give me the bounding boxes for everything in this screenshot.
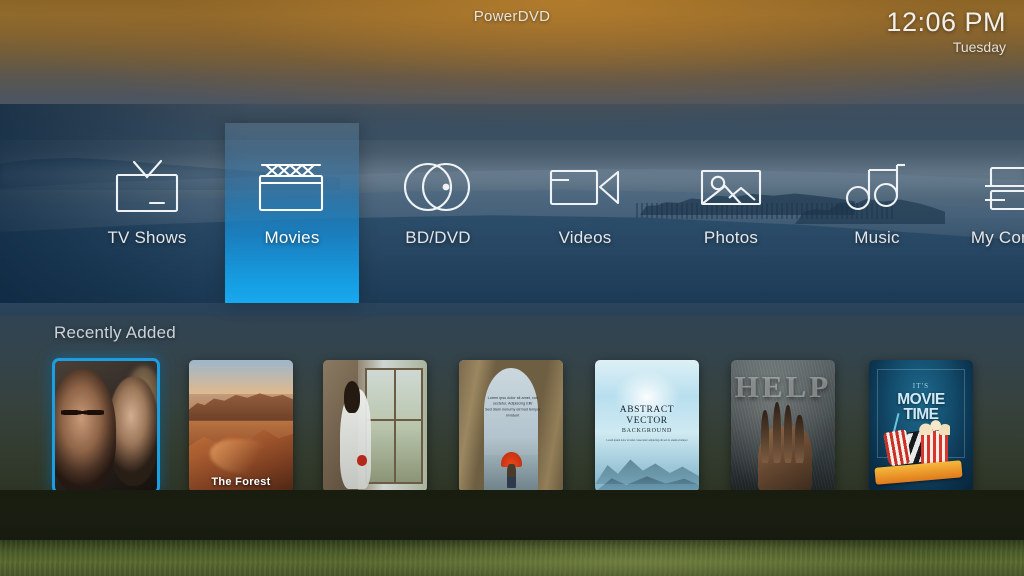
clock: 12:06 PM Tuesday: [886, 6, 1006, 56]
main-navigation: TV Shows Movies: [0, 104, 1024, 303]
section-title-recently-added: Recently Added: [54, 323, 176, 343]
powerdvd-media-center: PowerDVD 12:06 PM Tuesday TV Shows: [0, 0, 1024, 576]
nav-item-bd-dvd[interactable]: BD/DVD: [371, 104, 505, 303]
nav-label-my-computer: My Computer: [971, 228, 1024, 248]
nav-item-videos[interactable]: Videos: [518, 104, 652, 303]
poster-art-woman-by-window: [323, 360, 427, 492]
poster-art-abstract-vector: ABSTRACT VECTOR BACKGROUND Lorem ipsum d…: [595, 360, 699, 492]
nav-item-my-computer[interactable]: My Computer: [956, 104, 1024, 303]
clock-day: Tuesday: [886, 38, 1006, 56]
app-title: PowerDVD: [0, 8, 1024, 25]
bottom-field-band: [0, 540, 1024, 576]
recently-added-row[interactable]: The Forest Lorem ipsu dolor sit amet, co…: [0, 358, 1024, 498]
poster-art-couple-portrait: [55, 361, 157, 491]
nav-item-photos[interactable]: Photos: [664, 104, 798, 303]
poster5-title-line-3: BACKGROUND: [601, 427, 693, 436]
poster-item[interactable]: ABSTRACT VECTOR BACKGROUND Lorem ipsum d…: [595, 360, 699, 492]
poster-item[interactable]: The Forest: [189, 360, 293, 492]
poster6-title: HELP: [731, 369, 835, 405]
nav-label-photos: Photos: [704, 228, 758, 248]
nav-label-music: Music: [854, 228, 899, 248]
poster5-title-line-2: VECTOR: [601, 416, 693, 427]
top-bar: PowerDVD 12:06 PM Tuesday: [0, 0, 1024, 70]
devices-stack-icon: [985, 156, 1024, 218]
poster5-title-line-1: ABSTRACT: [601, 405, 693, 416]
nav-label-movies: Movies: [264, 228, 319, 248]
poster5-subtext: Lorem ipsum dolor sit amet consectetur a…: [601, 439, 693, 443]
poster-art-help-hand: HELP: [731, 360, 835, 492]
poster-art-desert-canyon: [189, 360, 293, 492]
poster7-title-line-1: MOVIE: [869, 392, 973, 407]
poster7-small-text: IT'S: [869, 382, 973, 390]
poster-item[interactable]: [323, 360, 427, 492]
poster-item[interactable]: HELP: [731, 360, 835, 492]
poster-caption: The Forest: [189, 476, 293, 488]
poster-item[interactable]: IT'S MOVIE TIME: [869, 360, 973, 492]
poster-item[interactable]: Lorem ipsu dolor sit amet, con sectetur,…: [459, 360, 563, 492]
tv-icon: [112, 156, 182, 218]
nav-label-bd-dvd: BD/DVD: [405, 228, 470, 248]
clock-time: 12:06 PM: [886, 6, 1006, 38]
poster-art-red-umbrella-arch: Lorem ipsu dolor sit amet, con sectetur,…: [459, 360, 563, 492]
nav-item-tv-shows[interactable]: TV Shows: [80, 104, 214, 303]
nav-item-movies[interactable]: Movies: [225, 123, 359, 303]
discs-icon: [400, 156, 476, 218]
nav-item-music[interactable]: Music: [810, 104, 944, 303]
poster-art-movie-time: IT'S MOVIE TIME: [869, 360, 973, 492]
nav-label-videos: Videos: [559, 228, 612, 248]
video-camera-icon: [547, 156, 623, 218]
nav-label-tv-shows: TV Shows: [107, 228, 186, 248]
poster4-text-line-1: Lorem ipsu dolor sit amet, con sectetur,…: [481, 396, 544, 408]
bottom-dark-band: [0, 490, 1024, 540]
music-notes-icon: [841, 156, 913, 218]
poster4-text-line-2: Sed diam nonumy eirmod tempor invidunt: [481, 407, 544, 419]
clapperboard-icon: [254, 156, 330, 218]
photo-icon: [695, 156, 767, 218]
poster-item-selected[interactable]: [52, 358, 160, 494]
